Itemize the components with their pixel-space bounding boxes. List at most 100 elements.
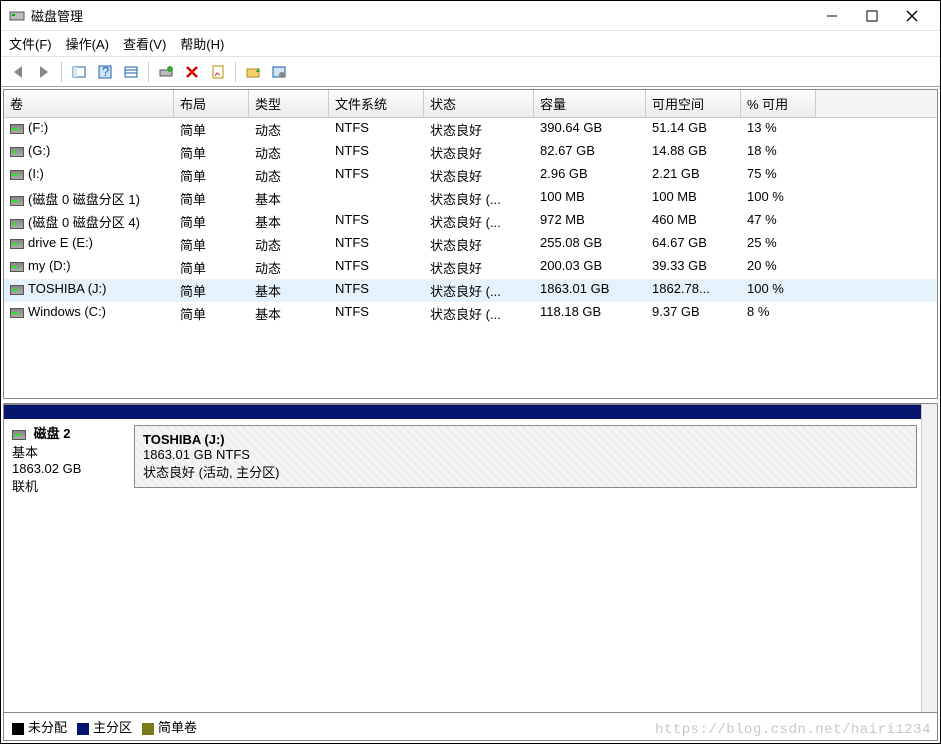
delete-button[interactable] [181,61,203,83]
maximize-button[interactable] [852,2,892,30]
partition-box[interactable]: TOSHIBA (J:) 1863.01 GB NTFS 状态良好 (活动, 主… [134,425,917,488]
menu-view[interactable]: 查看(V) [123,34,166,53]
volume-status: 状态良好 [424,234,534,255]
volume-name: Windows (C:) [28,304,106,319]
volume-name: TOSHIBA (J:) [28,281,107,296]
volume-header-row: 卷 布局 类型 文件系统 状态 容量 可用空间 % 可用 [4,90,937,118]
volume-layout: 简单 [174,303,249,324]
volume-row[interactable]: (I:)简单动态NTFS状态良好2.96 GB2.21 GB75 % [4,164,937,187]
col-percent[interactable]: % 可用 [741,90,816,117]
volume-type: 基本 [249,303,329,324]
volume-type: 动态 [249,165,329,186]
col-volume[interactable]: 卷 [4,90,174,117]
help-button[interactable]: ? [94,61,116,83]
volume-row[interactable]: TOSHIBA (J:)简单基本NTFS状态良好 (...1863.01 GB1… [4,279,937,302]
toolbar: ? [1,57,940,87]
volume-row[interactable]: my (D:)简单动态NTFS状态良好200.03 GB39.33 GB20 % [4,256,937,279]
close-button[interactable] [892,2,932,30]
volume-fs: NTFS [329,165,424,186]
volume-icon [10,124,24,134]
details-button[interactable] [120,61,142,83]
volume-type: 基本 [249,188,329,209]
disk-block[interactable]: 磁盘 2 基本 1863.02 GB 联机 TOSHIBA (J:) 1863.… [4,404,921,499]
col-layout[interactable]: 布局 [174,90,249,117]
volume-layout: 简单 [174,165,249,186]
volume-status: 状态良好 [424,142,534,163]
volume-name: my (D:) [28,258,71,273]
volume-free: 9.37 GB [646,303,741,324]
window-buttons [812,2,932,30]
refresh-button[interactable] [155,61,177,83]
disk-status: 联机 [12,479,38,494]
volume-status: 状态良好 [424,165,534,186]
volume-list-pane: 卷 布局 类型 文件系统 状态 容量 可用空间 % 可用 (F:)简单动态NTF… [3,89,938,399]
legend-simple: 简单卷 [142,717,197,736]
volume-free: 51.14 GB [646,119,741,140]
col-type[interactable]: 类型 [249,90,329,117]
volume-type: 动态 [249,119,329,140]
disk-graphic-pane: 磁盘 2 基本 1863.02 GB 联机 TOSHIBA (J:) 1863.… [3,403,938,741]
volume-capacity: 255.08 GB [534,234,646,255]
volume-percent: 20 % [741,257,816,278]
volume-capacity: 82.67 GB [534,142,646,163]
volume-row[interactable]: Windows (C:)简单基本NTFS状态良好 (...118.18 GB9.… [4,302,937,325]
col-filesystem[interactable]: 文件系统 [329,90,424,117]
volume-name: (F:) [28,120,48,135]
volume-free: 460 MB [646,211,741,232]
menu-file[interactable]: 文件(F) [9,34,52,53]
col-status[interactable]: 状态 [424,90,534,117]
volume-type: 动态 [249,142,329,163]
volume-status: 状态良好 (... [424,188,534,209]
vertical-scrollbar[interactable] [921,404,937,712]
partition-info: 1863.01 GB NTFS [143,447,908,462]
titlebar: 磁盘管理 [1,1,940,31]
volume-fs: NTFS [329,234,424,255]
volume-free: 1862.78... [646,280,741,301]
volume-fs: NTFS [329,280,424,301]
menu-help[interactable]: 帮助(H) [180,34,224,53]
volume-status: 状态良好 [424,257,534,278]
minimize-button[interactable] [812,2,852,30]
app-icon [9,8,25,24]
volume-status: 状态良好 (... [424,303,534,324]
volume-capacity: 100 MB [534,188,646,209]
volume-type: 基本 [249,280,329,301]
show-tree-button[interactable] [68,61,90,83]
volume-icon [10,285,24,295]
volume-free: 39.33 GB [646,257,741,278]
legend: 未分配 主分区 简单卷 [4,712,937,740]
volume-list-body: (F:)简单动态NTFS状态良好390.64 GB51.14 GB13 %(G:… [4,118,937,325]
volume-percent: 75 % [741,165,816,186]
volume-name: (G:) [28,143,50,158]
disk-name: 磁盘 2 [34,426,71,441]
volume-fs [329,188,424,209]
folder-up-button[interactable] [242,61,264,83]
col-free[interactable]: 可用空间 [646,90,741,117]
volume-percent: 47 % [741,211,816,232]
volume-capacity: 1863.01 GB [534,280,646,301]
volume-row[interactable]: (磁盘 0 磁盘分区 4)简单基本NTFS状态良好 (...972 MB460 … [4,210,937,233]
volume-status: 状态良好 (... [424,211,534,232]
volume-row[interactable]: (G:)简单动态NTFS状态良好82.67 GB14.88 GB18 % [4,141,937,164]
volume-percent: 100 % [741,280,816,301]
disk-partition-area: TOSHIBA (J:) 1863.01 GB NTFS 状态良好 (活动, 主… [134,405,921,499]
volume-fs: NTFS [329,142,424,163]
menu-action[interactable]: 操作(A) [66,34,109,53]
volume-name: (磁盘 0 磁盘分区 4) [28,215,140,230]
volume-icon [10,147,24,157]
col-capacity[interactable]: 容量 [534,90,646,117]
volume-percent: 25 % [741,234,816,255]
disk-size: 1863.02 GB [12,461,81,476]
volume-row[interactable]: (磁盘 0 磁盘分区 1)简单基本状态良好 (...100 MB100 MB10… [4,187,937,210]
list-settings-button[interactable] [268,61,290,83]
volume-capacity: 2.96 GB [534,165,646,186]
volume-row[interactable]: drive E (E:)简单动态NTFS状态良好255.08 GB64.67 G… [4,233,937,256]
volume-percent: 8 % [741,303,816,324]
window-title: 磁盘管理 [31,6,812,25]
properties-button[interactable] [207,61,229,83]
volume-layout: 简单 [174,211,249,232]
volume-fs: NTFS [329,211,424,232]
volume-row[interactable]: (F:)简单动态NTFS状态良好390.64 GB51.14 GB13 % [4,118,937,141]
nav-forward-button[interactable] [33,61,55,83]
nav-back-button[interactable] [7,61,29,83]
